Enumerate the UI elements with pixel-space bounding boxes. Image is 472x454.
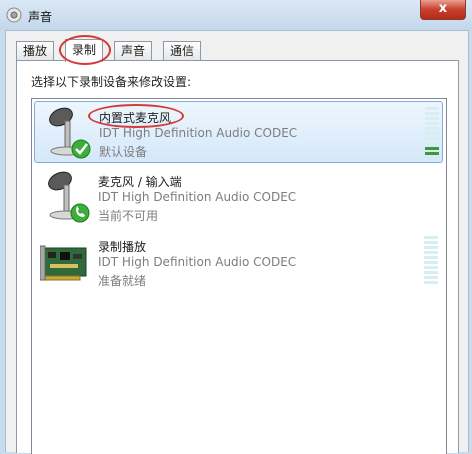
- microphone-icon: [48, 171, 90, 223]
- level-segment: [424, 256, 438, 259]
- device-item-stereo-mix[interactable]: 录制播放 IDT High Definition Audio CODEC 准备就…: [34, 231, 443, 293]
- level-segment: [425, 142, 439, 145]
- title-bar: 声音 x: [0, 0, 472, 30]
- level-segment: [424, 281, 438, 284]
- device-list[interactable]: 内置式麦克风 IDT High Definition Audio CODEC 默…: [31, 98, 447, 454]
- level-segment: [425, 107, 439, 110]
- level-segment: [424, 261, 438, 264]
- device-status: 准备就绪: [98, 274, 147, 288]
- level-segment: [425, 112, 439, 115]
- level-segment: [424, 266, 438, 269]
- default-check-icon: [71, 139, 91, 159]
- level-segment: [424, 276, 438, 279]
- level-segment: [424, 251, 438, 254]
- level-segment: [425, 117, 439, 120]
- device-item-builtin-mic[interactable]: 内置式麦克风 IDT High Definition Audio CODEC 默…: [34, 101, 443, 163]
- speaker-icon: [6, 7, 22, 23]
- level-segment: [425, 132, 439, 135]
- device-name: 麦克风 / 输入端: [98, 175, 182, 189]
- sound-dialog: 播放 录制 声音 通信 选择以下录制设备来修改设置: 内置式麦克风 IDT Hi…: [5, 30, 469, 454]
- device-driver: IDT High Definition Audio CODEC: [99, 126, 298, 140]
- level-segment: [424, 236, 438, 239]
- level-meter: [424, 236, 438, 286]
- close-button[interactable]: x: [420, 0, 466, 20]
- level-segment: [424, 241, 438, 244]
- tab-communications[interactable]: 通信: [163, 41, 202, 61]
- device-item-mic-input[interactable]: 麦克风 / 输入端 IDT High Definition Audio CODE…: [34, 166, 443, 228]
- device-driver: IDT High Definition Audio CODEC: [98, 255, 297, 269]
- level-segment: [424, 271, 438, 274]
- level-segment: [425, 137, 439, 140]
- window-title: 声音: [28, 10, 53, 24]
- level-segment: [425, 127, 439, 130]
- device-status: 当前不可用: [98, 209, 159, 223]
- device-name: 录制播放: [98, 240, 147, 254]
- phone-icon: [70, 203, 90, 223]
- level-segment: [425, 147, 439, 150]
- annotation-circle-device: [88, 104, 184, 128]
- level-segment: [424, 246, 438, 249]
- microphone-icon: [49, 107, 91, 159]
- instruction-text: 选择以下录制设备来修改设置:: [31, 75, 192, 89]
- device-driver: IDT High Definition Audio CODEC: [98, 190, 297, 204]
- tab-playback[interactable]: 播放: [16, 41, 55, 61]
- sound-card-icon: [40, 245, 87, 281]
- recording-panel: 选择以下录制设备来修改设置: 内置式麦克风 IDT High Definitio…: [16, 60, 459, 454]
- level-meter: [425, 107, 439, 157]
- tab-sounds[interactable]: 声音: [114, 41, 153, 61]
- level-segment: [425, 152, 439, 155]
- annotation-circle-tab: [59, 35, 111, 65]
- device-status: 默认设备: [99, 145, 148, 159]
- level-segment: [425, 122, 439, 125]
